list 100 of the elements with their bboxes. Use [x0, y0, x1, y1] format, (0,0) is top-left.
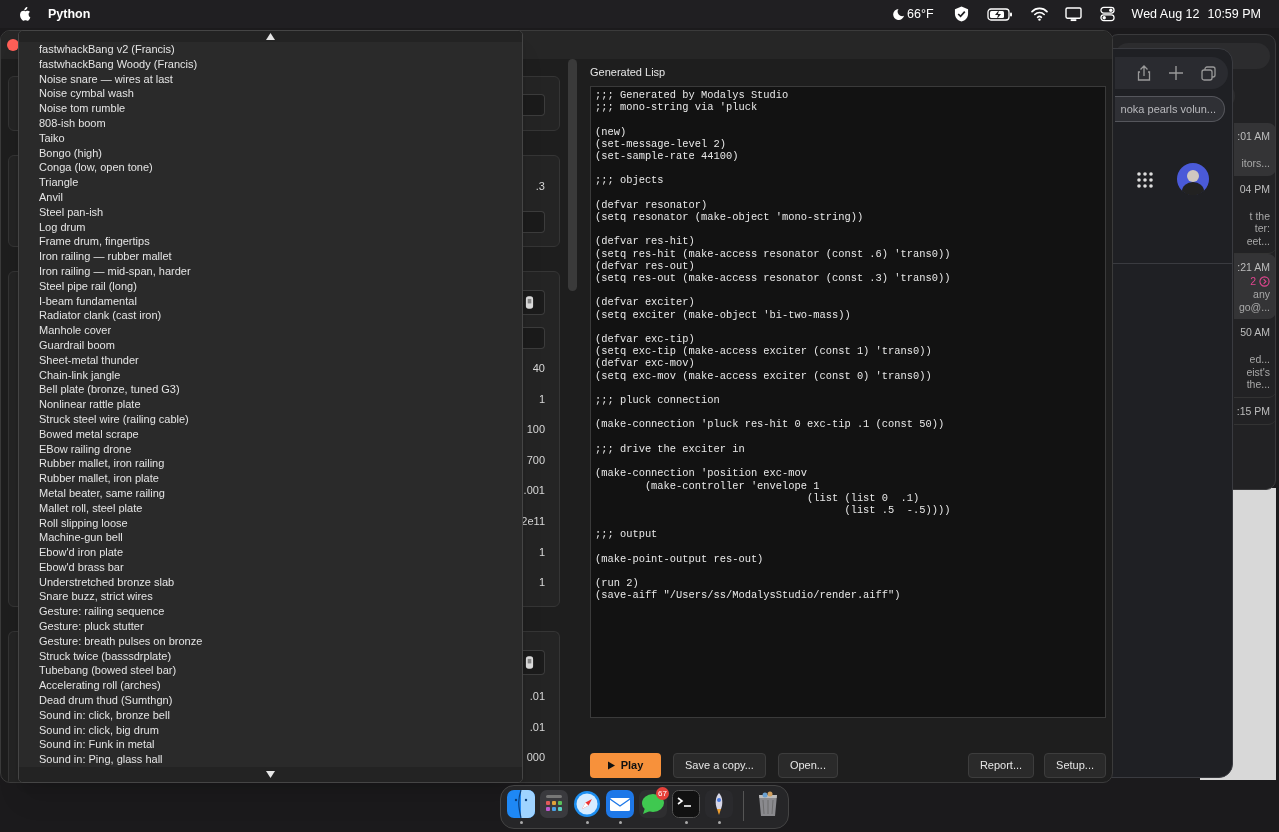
scroll-down-icon[interactable] — [266, 771, 275, 778]
menu-item[interactable]: Bell plate (bronze, tuned G3) — [19, 382, 522, 398]
menu-item[interactable]: Anvil — [19, 189, 522, 205]
preset-field[interactable] — [523, 650, 545, 675]
launchpad-icon[interactable] — [540, 790, 568, 818]
menu-item[interactable]: Manhole cover — [19, 323, 522, 338]
menu-item[interactable]: Nonlinear rattle plate — [19, 397, 522, 412]
menu-item[interactable]: Log drum — [19, 219, 522, 235]
menu-item[interactable]: Sound in: click, bronze bell — [19, 707, 522, 723]
compass-icon[interactable] — [573, 790, 601, 818]
input-field[interactable] — [523, 94, 545, 116]
apple-icon[interactable] — [18, 6, 32, 22]
menu-item[interactable]: I-beam fundamental — [19, 293, 522, 309]
message-preview: the... — [1246, 378, 1270, 391]
plus-icon[interactable] — [1169, 66, 1183, 80]
message-item[interactable]: :21 AM 2 any go@... — [1234, 254, 1275, 319]
input-field[interactable] — [523, 327, 545, 349]
message-time: 04 PM — [1239, 181, 1270, 196]
message-item[interactable]: 50 AM ed... eist's the... — [1234, 319, 1275, 398]
input-field[interactable] — [523, 210, 545, 233]
menu-item[interactable]: Triangle — [19, 175, 522, 190]
tabs-icon[interactable] — [1201, 65, 1216, 81]
menu-item[interactable]: Taiko — [19, 130, 522, 146]
message-preview: ter: — [1254, 222, 1270, 235]
weather-temperature[interactable]: 66°F — [907, 4, 934, 24]
menu-item[interactable]: Radiator clank (cast iron) — [19, 308, 522, 324]
menu-item[interactable]: Struck steel wire (railing cable) — [19, 411, 522, 427]
parameter-value: 000 — [526, 750, 545, 766]
control-center-icon[interactable] — [1099, 6, 1115, 22]
menu-item[interactable]: Bowed metal scrape — [19, 426, 522, 442]
preset-field[interactable] — [523, 290, 545, 315]
menu-item[interactable]: Metal beater, same railing — [19, 485, 522, 501]
thread-count: 2 — [1250, 274, 1256, 288]
menu-item[interactable]: Accelerating roll (arches) — [19, 678, 522, 694]
menu-item[interactable]: Struck twice (basssdrplate) — [19, 648, 522, 664]
shield-icon[interactable] — [953, 6, 969, 22]
menu-item[interactable]: Gesture: breath pulses on bronze — [19, 633, 522, 649]
message-item[interactable]: :15 PM — [1234, 397, 1275, 425]
menu-item[interactable]: Sound in: Funk in metal — [19, 737, 522, 753]
panel-title: Generated Lisp — [590, 65, 667, 80]
moon-icon[interactable] — [893, 8, 906, 20]
menu-item[interactable]: Ebow'd iron plate — [19, 545, 522, 560]
display-icon[interactable] — [1064, 6, 1082, 22]
menu-item[interactable]: Steel pan-ish — [19, 204, 522, 220]
share-icon[interactable] — [1137, 65, 1151, 81]
close-button[interactable] — [7, 39, 19, 51]
battery-icon[interactable] — [986, 7, 1013, 21]
menu-item[interactable]: Iron railing — mid-span, harder — [19, 263, 522, 279]
chevron-circle-icon[interactable] — [1259, 275, 1270, 287]
menu-item[interactable]: Roll slipping loose — [19, 515, 522, 531]
menu-item[interactable]: Sheet-metal thunder — [19, 352, 522, 368]
mail-icon[interactable] — [606, 790, 634, 818]
menu-item[interactable]: Noise cymbal wash — [19, 86, 522, 102]
avatar[interactable] — [1177, 163, 1209, 195]
wifi-icon[interactable] — [1030, 7, 1048, 21]
app-menu-title[interactable]: Python — [48, 4, 91, 24]
notification-badge: 67 — [656, 787, 669, 800]
search-field[interactable]: noka pearls volun... — [1115, 96, 1225, 122]
scrollbar-thumb[interactable] — [568, 59, 577, 291]
menu-item[interactable]: Understretched bronze slab — [19, 574, 522, 590]
menu-item[interactable]: Dead drum thud (Sumthgn) — [19, 693, 522, 708]
menu-item[interactable]: Noise tom rumble — [19, 101, 522, 116]
scroll-up-icon[interactable] — [266, 33, 275, 40]
menu-item[interactable]: Ebow'd brass bar — [19, 559, 522, 575]
menu-item[interactable]: Bongo (high) — [19, 145, 522, 161]
menu-item[interactable]: Mallet roll, steel plate — [19, 500, 522, 516]
menu-item[interactable]: Chain-link jangle — [19, 367, 522, 383]
apps-grid-icon[interactable] — [1137, 172, 1153, 188]
play-button[interactable]: Play — [590, 753, 661, 778]
menu-item[interactable]: fastwhackBang Woody (Francis) — [19, 56, 522, 72]
menu-item[interactable]: Rubber mallet, iron plate — [19, 471, 522, 486]
menu-bar-date[interactable]: Wed Aug 12 — [1131, 4, 1200, 24]
chat-bubble-icon[interactable] — [639, 790, 667, 818]
message-preview: t the — [1249, 209, 1270, 222]
terminal-icon[interactable] — [672, 790, 700, 818]
action-button[interactable]: Setup... — [1044, 753, 1106, 778]
menu-item[interactable]: Machine-gun bell — [19, 530, 522, 546]
menu-item[interactable]: Guardrail boom — [19, 337, 522, 353]
menu-item[interactable]: Sound in: Ping, glass hall — [19, 752, 522, 768]
menu-item[interactable]: Iron railing — rubber mallet — [19, 249, 522, 264]
menu-item[interactable]: Frame drum, fingertips — [19, 234, 522, 250]
menu-item[interactable]: Conga (low, open tone) — [19, 160, 522, 176]
menu-item[interactable]: Rubber mallet, iron railing — [19, 456, 522, 472]
menu-item[interactable]: Snare buzz, strict wires — [19, 589, 522, 605]
action-button[interactable]: Save a copy... — [673, 753, 766, 778]
menu-bar-time[interactable]: 10:59 PM — [1207, 4, 1261, 24]
action-button[interactable]: Report... — [967, 753, 1035, 778]
menu-item[interactable]: Gesture: railing sequence — [19, 604, 522, 620]
menu-item[interactable]: 808-ish boom — [19, 116, 522, 131]
parameter-value: 1 — [538, 544, 545, 560]
action-button[interactable]: Open... — [777, 753, 838, 778]
menu-item[interactable]: Sound in: click, big drum — [19, 722, 522, 738]
menu-item[interactable]: Tubebang (bowed steel bar) — [19, 663, 522, 679]
menu-item[interactable]: Steel pipe rail (long) — [19, 278, 522, 294]
finder-icon[interactable] — [507, 790, 535, 818]
menu-item[interactable]: EBow railing drone — [19, 441, 522, 457]
message-time: :15 PM — [1236, 403, 1270, 418]
menu-item[interactable]: Gesture: pluck stutter — [19, 619, 522, 634]
menu-item[interactable]: Noise snare — wires at last — [19, 71, 522, 87]
message-item[interactable]: :01 AM itors... — [1234, 123, 1275, 176]
